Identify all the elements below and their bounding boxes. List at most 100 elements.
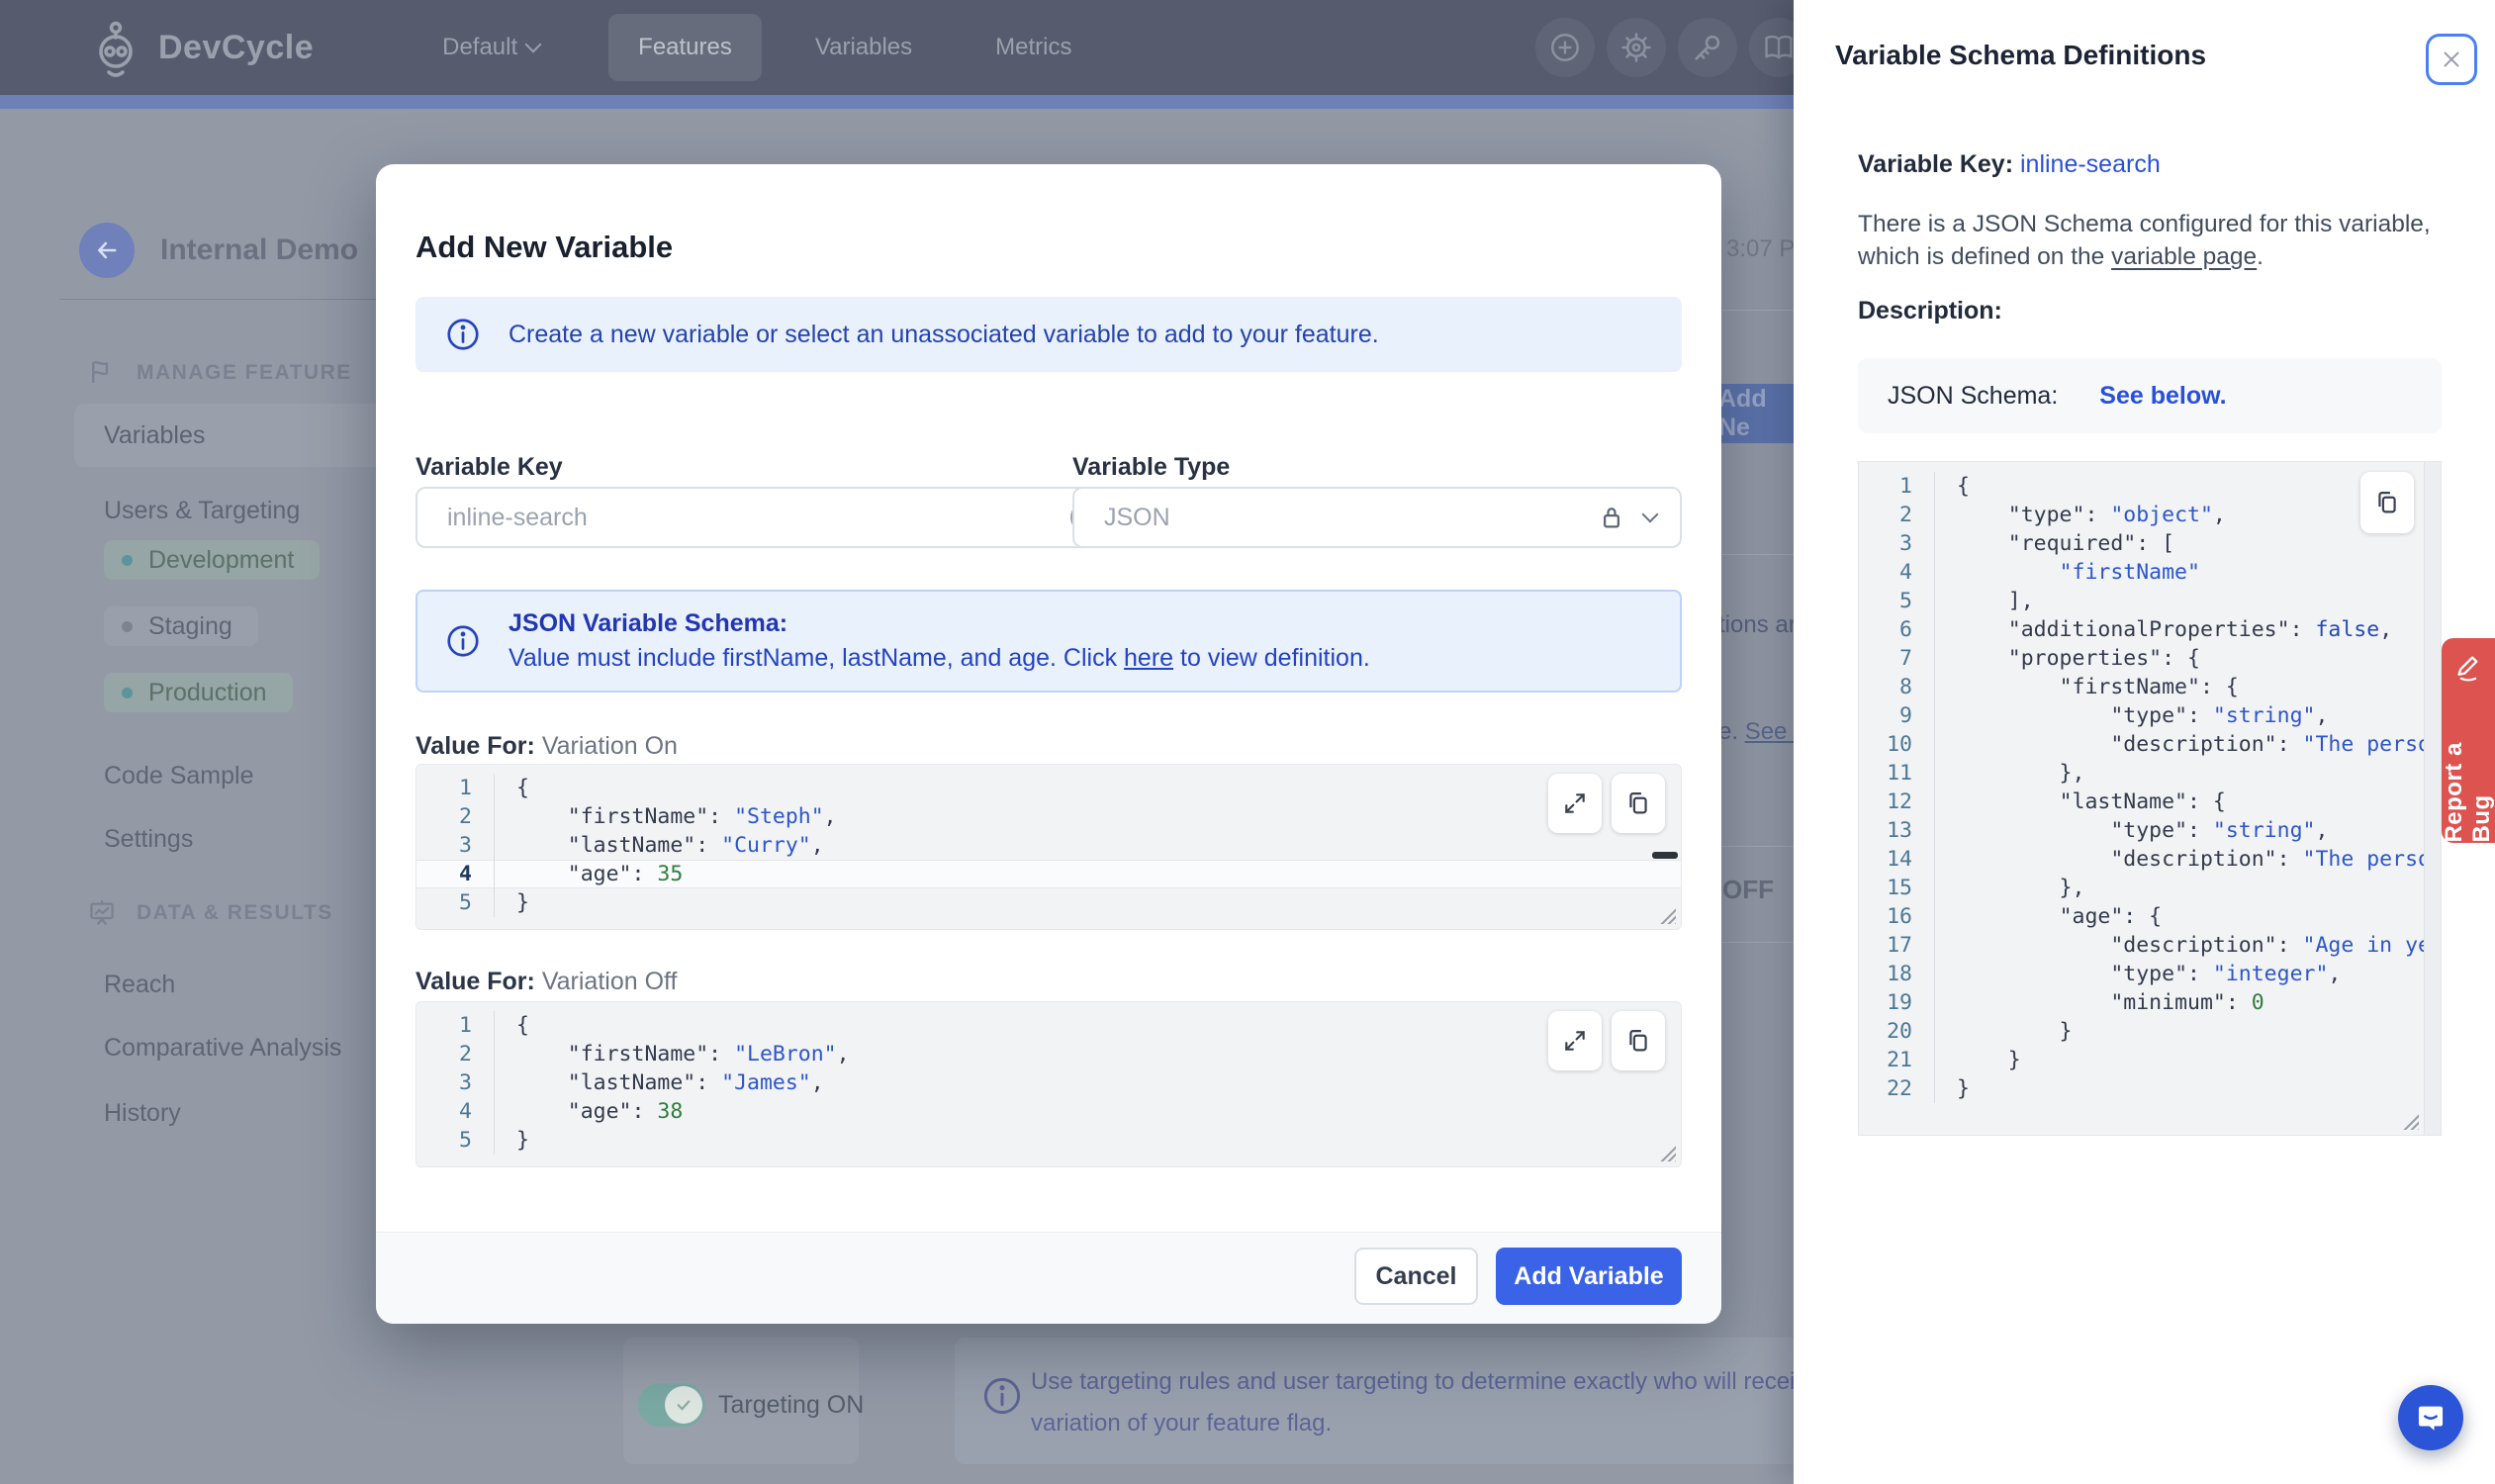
expand-icon [1565, 793, 1585, 813]
brand-name: DevCycle [158, 28, 315, 66]
json-schema-code-block[interactable]: 1{2 "type": "object", 3 "required": [4 "f… [1858, 461, 2442, 1136]
targeting-toggle[interactable] [638, 1383, 705, 1427]
variable-type-select[interactable]: JSON [1072, 487, 1682, 548]
sidebar-item-settings[interactable]: Settings [104, 825, 193, 854]
book-icon [1765, 35, 1793, 59]
value-for-variation-on-label: Value For: Variation On [416, 732, 678, 760]
variation-on-editor[interactable]: 1{2 "firstName": "Steph", 3 "lastName": "… [416, 764, 1682, 930]
settings-button[interactable] [1607, 18, 1666, 77]
json-schema-label: JSON Schema: [1888, 381, 2059, 410]
targeting-info-text: Use targeting rules and user targeting t… [1031, 1368, 1807, 1437]
key-icon [1695, 35, 1720, 60]
copy-code-button[interactable] [1612, 1011, 1665, 1070]
sidebar-env-staging[interactable]: Staging [104, 606, 258, 646]
schema-code[interactable]: 1{2 "type": "object", 3 "required": [4 "f… [1859, 472, 2441, 1103]
copy-icon [2378, 491, 2396, 513]
divider [1721, 554, 1796, 555]
modal-footer: Cancel Add Variable [376, 1232, 1721, 1324]
arrow-left-icon [97, 241, 117, 259]
pencil-icon [2457, 656, 2478, 682]
variable-key-input[interactable]: inline-search [416, 487, 1128, 548]
project-selector[interactable]: Default [442, 34, 542, 61]
json-schema-note: JSON Variable Schema: Value must include… [416, 590, 1682, 693]
description-label: Description: [1858, 297, 2002, 325]
variable-key-label: Variable Key [416, 453, 563, 481]
sidebar-item-history[interactable]: History [104, 1099, 181, 1128]
create-button[interactable] [1535, 18, 1595, 77]
chart-board-icon [90, 900, 114, 925]
copy-schema-button[interactable] [2360, 472, 2414, 533]
env-dot-teal [122, 687, 133, 698]
feature-title: Internal Demo [160, 233, 359, 266]
targeting-toggle-label: Targeting ON [718, 1391, 865, 1419]
variation-on-code[interactable]: 1{2 "firstName": "Steph", 3 "lastName": "… [416, 774, 1681, 917]
variation-off-code[interactable]: 1{2 "firstName": "LeBron", 3 "lastName": … [416, 1011, 1681, 1155]
copy-icon [1629, 791, 1647, 814]
scrollbar-track[interactable] [2424, 462, 2441, 1135]
sidebar-item-users-targeting[interactable]: Users & Targeting [104, 497, 300, 525]
sidebar-env-production[interactable]: Production [104, 673, 293, 712]
api-keys-button[interactable] [1678, 18, 1737, 77]
screen: DevCycle Default Features Variables Metr… [0, 0, 2495, 1484]
divider [1721, 942, 1796, 943]
close-panel-button[interactable] [2426, 34, 2477, 85]
panel-variable-key: Variable Key: inline-search [1858, 150, 2161, 178]
info-icon [981, 1375, 1023, 1422]
nav-tab-features[interactable]: Features [608, 14, 762, 81]
json-schema-row: JSON Schema: See below. [1858, 358, 2442, 433]
sidebar-item-code-sample[interactable]: Code Sample [104, 762, 253, 790]
report-a-bug-tab[interactable]: Report a Bug [2441, 638, 2495, 843]
gear-icon [1621, 33, 1651, 62]
scrollbar-thumb[interactable] [1652, 852, 1678, 859]
section-manage-feature: MANAGE FEATURE [87, 358, 352, 388]
feature-header: Internal Demo in [79, 223, 414, 278]
chevron-down-icon [524, 36, 542, 53]
cancel-button[interactable]: Cancel [1354, 1248, 1478, 1305]
see-below-link[interactable]: See below. [2099, 382, 2226, 411]
info-icon [447, 319, 479, 350]
expand-editor-button[interactable] [1548, 774, 1602, 833]
close-icon [2444, 51, 2459, 67]
panel-title: Variable Schema Definitions [1835, 40, 2207, 70]
section-data-results: DATA & RESULTS [87, 898, 333, 928]
variable-schema-panel: Variable Schema Definitions Variable Key… [1794, 0, 2495, 1484]
add-new-variable-modal: Add New Variable Create a new variable o… [376, 164, 1721, 1324]
info-banner: Create a new variable or select an unass… [416, 297, 1682, 372]
expand-icon [1565, 1031, 1585, 1051]
variable-page-link[interactable]: variable page [2111, 243, 2257, 270]
here-link[interactable]: here [1124, 644, 1173, 672]
info-banner-text: Create a new variable or select an unass… [508, 320, 1379, 348]
divider [1721, 310, 1796, 311]
check-icon [677, 1400, 691, 1411]
chevron-down-icon [1641, 506, 1659, 523]
off-label: OFF [1722, 875, 1774, 904]
sidebar-item-comparative-analysis[interactable]: Comparative Analysis [104, 1034, 341, 1063]
modal-title: Add New Variable [416, 230, 674, 264]
value-for-variation-off-label: Value For: Variation Off [416, 968, 678, 995]
chat-widget-button[interactable] [2398, 1385, 2463, 1450]
divider [1721, 846, 1796, 847]
sidebar-env-development[interactable]: Development [104, 540, 321, 580]
plus-circle-icon [1551, 34, 1579, 61]
env-dot-teal [122, 554, 133, 566]
copy-code-button[interactable] [1612, 774, 1665, 833]
sidebar-item-reach[interactable]: Reach [104, 971, 175, 999]
variable-key-value[interactable]: inline-search [2020, 150, 2161, 178]
schema-note-title: JSON Variable Schema: [508, 609, 788, 637]
resize-handle[interactable] [2402, 1113, 2419, 1130]
devcycle-robot-logo-icon [99, 21, 133, 77]
nav-tab-metrics[interactable]: Metrics [966, 14, 1101, 81]
brand[interactable]: DevCycle [87, 16, 314, 79]
chat-bubble-icon [2418, 1406, 2444, 1431]
nav-tab-variables[interactable]: Variables [785, 14, 942, 81]
variable-type-label: Variable Type [1072, 453, 1231, 481]
timestamp-fragment: 3:07 P [1726, 235, 1796, 262]
back-button[interactable] [79, 223, 135, 278]
variation-off-editor[interactable]: 1{2 "firstName": "LeBron", 3 "lastName": … [416, 1001, 1682, 1167]
env-dot-gray [122, 620, 133, 632]
report-a-bug-label: Report a Bug [2441, 742, 2495, 843]
nav-tabs: Features Variables Metrics [608, 14, 1101, 81]
lock-icon [1604, 508, 1619, 528]
add-variable-button[interactable]: Add Variable [1496, 1248, 1682, 1305]
expand-editor-button[interactable] [1548, 1011, 1602, 1070]
